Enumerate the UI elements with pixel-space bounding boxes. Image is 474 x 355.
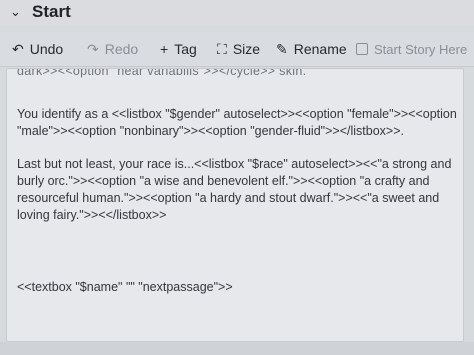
rename-button[interactable]: ✎ Rename (276, 40, 347, 58)
tag-label: Tag (174, 41, 197, 57)
partial-text-line: dark>><<option "hear variabilis">></cycl… (17, 68, 307, 78)
start-story-here-label: Start Story Here (374, 41, 468, 57)
start-story-here-checkbox[interactable]: Start Story Here (356, 40, 467, 58)
rename-icon: ✎ (276, 41, 288, 57)
passage-text-line: "male">><<option "nonbinary">><<option "… (17, 124, 404, 138)
undo-label: Undo (29, 41, 64, 57)
passage-text-line: loving fairy.">><</listbox>> (17, 208, 167, 222)
passage-title: Start (32, 2, 71, 21)
rename-label: Rename (293, 41, 347, 57)
undo-button[interactable]: ↶ Undo (12, 40, 63, 58)
passage-text-line: You identify as a <<listbox "$gender" au… (17, 107, 457, 121)
passage-text-line: Last but not least, your race is...<<lis… (17, 157, 452, 171)
passage-text-line: resourceful human.">><<option "a hardy a… (17, 191, 440, 205)
checkbox-icon (356, 43, 368, 55)
plus-icon: + (160, 41, 169, 57)
passage-text-line: burly orc.">><<option "a wise and benevo… (17, 174, 430, 188)
passage-text-editor[interactable]: dark>><<option "hear variabilis">></cycl… (6, 68, 464, 342)
passage-title-bar: ⌄ Start (0, 0, 474, 26)
redo-button[interactable]: ↷ Redo (87, 40, 138, 58)
window-bottom-strip (0, 342, 474, 355)
redo-label: Redo (104, 41, 139, 57)
size-icon: ⛶ (217, 41, 227, 57)
chevron-down-icon[interactable]: ⌄ (10, 4, 21, 20)
size-label: Size (232, 41, 261, 57)
undo-icon: ↶ (12, 41, 24, 57)
redo-icon: ↷ (87, 41, 99, 57)
passage-text-line: <<textbox "$name" "" "nextpassage">> (17, 280, 233, 294)
size-button[interactable]: ⛶ Size (217, 40, 260, 58)
passage-toolbar: ↶ Undo ↷ Redo + Tag ⛶ Size ✎ Rename Star… (0, 32, 474, 67)
tag-button[interactable]: + Tag (160, 40, 197, 58)
